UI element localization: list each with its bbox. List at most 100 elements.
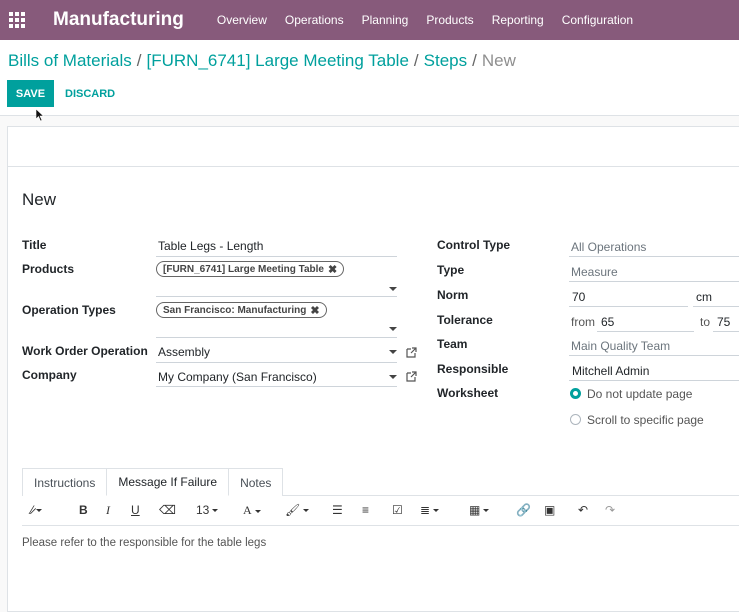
chevron-down-icon[interactable] xyxy=(389,350,397,354)
status-bar xyxy=(7,126,739,167)
notebook-tabs: Instructions Message If Failure Notes xyxy=(22,468,284,496)
control-type-underline xyxy=(569,256,739,257)
product-tag-label: [FURN_6741] Large Meeting Table xyxy=(163,263,324,275)
tolerance-from-label: from xyxy=(571,315,595,329)
paint-brush-icon[interactable]: 🖌 xyxy=(285,503,310,517)
eraser-icon[interactable]: ⌫ xyxy=(159,503,176,517)
underline-icon[interactable]: U xyxy=(131,503,140,517)
breadcrumb-separator: / xyxy=(136,51,142,70)
numbered-list-icon[interactable]: ≡ xyxy=(362,503,369,517)
font-color-icon[interactable]: A xyxy=(243,503,261,518)
norm-field[interactable]: 70 xyxy=(572,290,585,304)
responsible-label: Responsible xyxy=(437,362,509,376)
norm-underline xyxy=(569,306,688,307)
operation-types-label: Operation Types xyxy=(22,303,116,317)
external-link-icon[interactable] xyxy=(406,347,417,358)
work-order-operation-label: Work Order Operation xyxy=(22,344,148,358)
responsible-field[interactable]: Mitchell Admin xyxy=(572,364,649,378)
norm-label: Norm xyxy=(437,288,469,302)
breadcrumb-separator: / xyxy=(472,51,477,70)
table-icon[interactable]: ▦ xyxy=(469,503,490,517)
message-editor-content[interactable]: Please refer to the responsible for the … xyxy=(22,537,266,549)
tab-message-if-failure[interactable]: Message If Failure xyxy=(106,468,230,496)
tolerance-from-underline xyxy=(597,331,694,332)
chevron-down-icon[interactable] xyxy=(389,375,397,379)
mouse-cursor-icon xyxy=(36,109,44,122)
tolerance-label: Tolerance xyxy=(437,313,493,327)
breadcrumb-steps[interactable]: Steps xyxy=(424,51,467,70)
radio-do-not-update[interactable] xyxy=(570,388,581,399)
company-underline xyxy=(156,386,397,387)
breadcrumb-separator: / xyxy=(413,51,419,70)
italic-icon[interactable]: I xyxy=(106,503,110,518)
responsible-underline xyxy=(569,380,739,381)
norm-unit-field[interactable]: cm xyxy=(696,290,712,304)
editor-toolbar: ⁄̷ B I U ⌫ 13 A 🖌 ☰ ≡ ☑ ≣ ▦ 🔗 ▣ ↶ ↷ xyxy=(22,496,739,526)
magic-style-icon[interactable]: ⁄̷ xyxy=(31,503,43,517)
operation-type-tag: San Francisco: Manufacturing ✖ xyxy=(156,302,327,318)
company-field[interactable]: My Company (San Francisco) xyxy=(158,370,317,384)
tolerance-from-field[interactable]: 65 xyxy=(601,315,614,329)
work-order-operation-underline xyxy=(156,362,397,363)
apps-menu-icon[interactable] xyxy=(0,0,34,40)
link-icon[interactable]: 🔗 xyxy=(516,503,531,517)
radio-scroll-to-page-label[interactable]: Scroll to specific page xyxy=(587,413,704,427)
control-panel: Bills of Materials / [FURN_6741] Large Mee… xyxy=(0,40,739,116)
work-order-operation-field[interactable]: Assembly xyxy=(158,345,210,359)
breadcrumb: Bills of Materials / [FURN_6741] Large Mee… xyxy=(8,51,516,71)
breadcrumb-bom[interactable]: Bills of Materials xyxy=(8,51,132,70)
top-navbar: Manufacturing Overview Operations Planni… xyxy=(0,0,739,40)
operation-types-field-underline[interactable] xyxy=(156,337,397,338)
redo-icon[interactable]: ↷ xyxy=(605,503,615,517)
chevron-down-icon[interactable] xyxy=(389,327,397,331)
menu-products[interactable]: Products xyxy=(417,0,482,40)
tolerance-to-underline xyxy=(713,331,739,332)
tab-instructions[interactable]: Instructions xyxy=(22,468,108,496)
control-type-field[interactable]: All Operations xyxy=(571,240,646,254)
team-underline xyxy=(569,355,739,356)
tolerance-to-field[interactable]: 75 xyxy=(717,315,730,329)
remove-tag-icon[interactable]: ✖ xyxy=(328,263,337,276)
radio-scroll-to-page[interactable] xyxy=(570,414,581,425)
font-size-dropdown[interactable]: 13 xyxy=(196,503,219,517)
discard-button[interactable]: DISCARD xyxy=(65,80,115,107)
menu-planning[interactable]: Planning xyxy=(353,0,418,40)
operation-type-tag-label: San Francisco: Manufacturing xyxy=(163,304,307,316)
remove-tag-icon[interactable]: ✖ xyxy=(310,304,319,317)
radio-do-not-update-label[interactable]: Do not update page xyxy=(587,387,692,401)
title-label: Title xyxy=(22,238,47,252)
breadcrumb-product[interactable]: [FURN_6741] Large Meeting Table xyxy=(147,51,409,70)
tab-notes[interactable]: Notes xyxy=(228,468,284,496)
title-field[interactable]: Table Legs - Length xyxy=(158,239,263,253)
products-field-underline[interactable] xyxy=(156,296,397,297)
products-label: Products xyxy=(22,262,75,276)
save-button[interactable]: SAVE xyxy=(7,80,54,107)
main-menu: Overview Operations Planning Products Re… xyxy=(208,0,642,40)
app-brand[interactable]: Manufacturing xyxy=(53,9,184,31)
type-field[interactable]: Measure xyxy=(571,265,618,279)
font-size-value: 13 xyxy=(196,503,210,517)
bullet-list-icon[interactable]: ☰ xyxy=(332,503,343,517)
undo-icon[interactable]: ↶ xyxy=(578,503,588,517)
company-label: Company xyxy=(22,368,77,382)
checklist-icon[interactable]: ☑ xyxy=(392,503,403,517)
norm-unit-underline xyxy=(693,306,739,307)
image-icon[interactable]: ▣ xyxy=(544,503,555,517)
menu-overview[interactable]: Overview xyxy=(208,0,276,40)
bold-icon[interactable]: B xyxy=(79,503,88,517)
external-link-icon[interactable] xyxy=(406,371,417,382)
record-title: New xyxy=(22,190,57,209)
tolerance-to-label: to xyxy=(700,315,711,329)
align-icon[interactable]: ≣ xyxy=(420,503,440,517)
menu-configuration[interactable]: Configuration xyxy=(553,0,642,40)
team-label: Team xyxy=(437,337,468,351)
menu-reporting[interactable]: Reporting xyxy=(483,0,553,40)
chevron-down-icon[interactable] xyxy=(389,287,397,291)
menu-operations[interactable]: Operations xyxy=(276,0,353,40)
worksheet-label: Worksheet xyxy=(437,386,499,400)
type-label: Type xyxy=(437,263,465,277)
control-type-label: Control Type xyxy=(437,238,511,252)
title-field-underline xyxy=(156,256,397,257)
product-tag: [FURN_6741] Large Meeting Table ✖ xyxy=(156,261,345,277)
team-field[interactable]: Main Quality Team xyxy=(571,339,670,353)
